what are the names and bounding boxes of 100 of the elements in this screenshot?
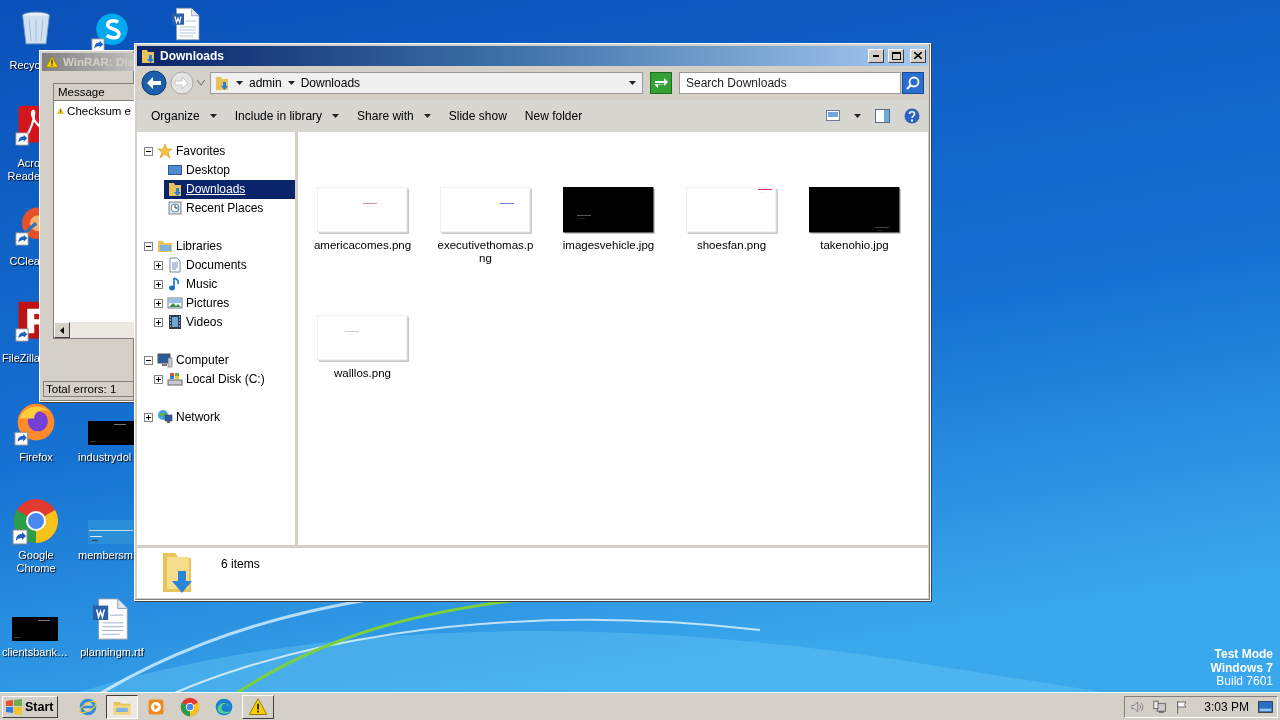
preview-pane-button[interactable] — [873, 106, 892, 125]
scroll-left-button[interactable] — [54, 322, 70, 338]
minus-icon — [144, 146, 153, 156]
warning-icon — [45, 55, 59, 69]
column-header[interactable]: Message — [54, 84, 134, 101]
icon-label[interactable]: Recyc — [0, 59, 40, 72]
flag-icon[interactable] — [1175, 698, 1188, 715]
file-name[interactable]: shoesfan.png — [682, 238, 781, 252]
caret-icon — [854, 113, 861, 118]
taskbar-app-button[interactable] — [106, 694, 139, 719]
address-dropdown[interactable] — [629, 80, 636, 85]
nav-item[interactable]: Recent Places — [164, 198, 295, 218]
nav-item[interactable]: Downloads — [164, 179, 295, 199]
icon-label[interactable]: FileZilla — [0, 352, 40, 365]
expand-button[interactable] — [154, 260, 163, 270]
browser-icon — [180, 696, 201, 717]
toolbar-button[interactable]: Organize — [147, 105, 221, 126]
file-name[interactable]: executivethomas.png — [436, 238, 535, 265]
item-count: 6 items — [221, 557, 260, 572]
close-icon — [914, 52, 922, 60]
horizontal-scrollbar[interactable] — [54, 322, 134, 338]
show-desktop-icon[interactable] — [1258, 699, 1273, 714]
warning-icon — [248, 696, 269, 717]
nav-item[interactable]: Favorites — [154, 141, 295, 161]
toolbar-button[interactable]: Share with — [353, 105, 435, 126]
browser-icon — [78, 696, 99, 717]
os-notice-text: Windows 7 — [1210, 661, 1273, 675]
toolbar-button[interactable]: Include in library — [230, 105, 344, 126]
computer-icon — [157, 352, 173, 369]
chevron-icon — [197, 80, 205, 86]
expand-button[interactable] — [154, 279, 163, 289]
file-name[interactable]: americacomes.png — [313, 238, 412, 252]
view-button[interactable] — [824, 108, 842, 124]
icon-label[interactable]: industrydol — [78, 451, 132, 464]
minus-icon — [144, 241, 153, 251]
expand-button[interactable] — [154, 374, 163, 384]
close-button[interactable] — [910, 49, 926, 63]
file-name[interactable]: imagesvehicle.jpg — [559, 238, 658, 252]
nav-item[interactable]: Computer — [154, 350, 295, 370]
plus-icon — [154, 374, 163, 384]
maximize-button[interactable] — [888, 49, 904, 63]
list-item[interactable]: Checksum e — [67, 105, 131, 117]
network-icon[interactable] — [1153, 698, 1167, 715]
network-icon — [157, 409, 173, 426]
document-icon — [167, 257, 183, 274]
plus-icon — [154, 260, 163, 270]
clock[interactable]: 3:03 PM — [1204, 699, 1249, 714]
file-name[interactable]: takenohio.jpg — [805, 238, 904, 252]
toolbar-button[interactable]: Slide show — [444, 105, 511, 126]
nav-item[interactable]: Pictures — [164, 293, 295, 313]
icon-label[interactable]: membersm — [78, 549, 133, 562]
maximize-icon — [891, 52, 901, 60]
nav-item[interactable]: Desktop — [164, 160, 295, 180]
clock-icon — [167, 200, 183, 217]
plus-icon — [154, 298, 163, 308]
search-field[interactable]: Search Downloads — [679, 71, 901, 94]
history-dropdown[interactable] — [197, 80, 205, 86]
start-button[interactable]: Start — [2, 695, 59, 718]
icon-label[interactable]: CClea — [0, 255, 40, 268]
address-bar[interactable]: admin Downloads — [210, 71, 643, 94]
caret-icon — [209, 113, 217, 118]
nav-item[interactable]: Network — [154, 407, 295, 427]
toolbar-button[interactable]: New folder — [520, 105, 587, 126]
drive-icon — [167, 371, 183, 388]
icon-label[interactable]: Acro Reade — [0, 157, 40, 183]
expand-button[interactable] — [154, 298, 163, 308]
app-icon[interactable] — [12, 497, 60, 545]
collapse-button[interactable] — [144, 355, 153, 365]
nav-item[interactable]: Videos — [164, 312, 295, 332]
star-icon — [157, 143, 173, 160]
nav-item[interactable]: Documents — [164, 255, 295, 275]
minimize-button[interactable] — [868, 49, 884, 63]
caret-icon — [629, 80, 636, 85]
breadcrumb-item[interactable]: admin — [249, 75, 282, 90]
collapse-button[interactable] — [144, 146, 153, 156]
expand-button[interactable] — [154, 317, 163, 327]
plus-icon — [154, 279, 163, 289]
nav-item[interactable]: Music — [164, 274, 295, 294]
view-dropdown[interactable] — [852, 111, 863, 120]
os-notice-text: Test Mode — [1214, 648, 1273, 662]
pane-icon — [875, 108, 890, 123]
search-button[interactable] — [902, 71, 924, 94]
os-notice-text: Build 7601 — [1216, 675, 1273, 689]
refresh-button[interactable] — [650, 71, 672, 94]
back-button[interactable] — [141, 69, 167, 96]
nav-item[interactable]: Libraries — [154, 236, 295, 256]
collapse-button[interactable] — [144, 241, 153, 251]
film-icon — [167, 314, 183, 331]
refresh-icon — [654, 76, 668, 89]
expand-button[interactable] — [144, 412, 153, 422]
minus-icon — [144, 355, 153, 365]
icon-label[interactable]: Firefox — [19, 451, 53, 464]
help-icon — [904, 107, 920, 124]
folder-icon — [157, 238, 173, 255]
nav-item[interactable]: Local Disk (C:) — [164, 369, 295, 389]
file-name[interactable]: walllos.png — [313, 366, 412, 380]
search-icon — [906, 75, 920, 90]
image-icon — [167, 295, 183, 312]
icon-label[interactable]: Google Chrome — [16, 549, 56, 575]
breadcrumb-item[interactable]: Downloads — [300, 75, 361, 90]
